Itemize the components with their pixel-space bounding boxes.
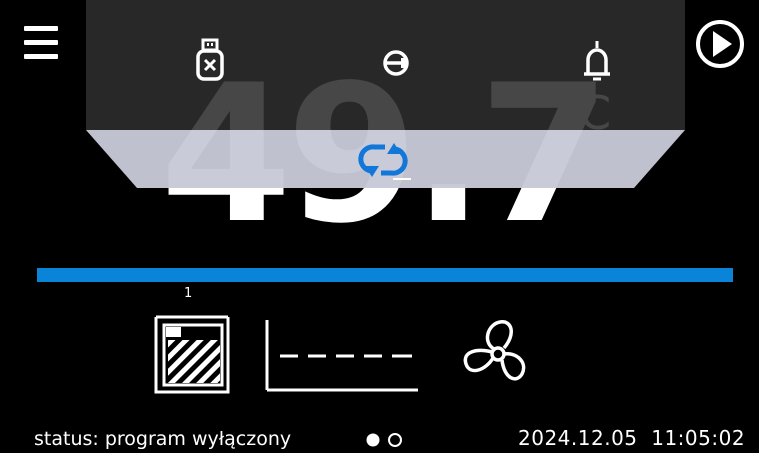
fan-icon[interactable] bbox=[460, 318, 540, 390]
chamber-number: 1 bbox=[184, 286, 193, 301]
bell-alarm-icon[interactable] bbox=[582, 40, 612, 82]
page-dot-active bbox=[366, 433, 380, 447]
date-time-display: 2024.12.05 11:05:02 bbox=[518, 426, 746, 450]
usb-drive-removed-icon[interactable] bbox=[194, 38, 228, 84]
page-indicator[interactable] bbox=[365, 432, 409, 448]
page-dot-inactive bbox=[388, 433, 402, 447]
key-login-icon[interactable] bbox=[382, 48, 426, 78]
sync-refresh-icon[interactable] bbox=[353, 140, 413, 180]
chamber-door-icon[interactable] bbox=[154, 312, 230, 394]
play-circle-icon[interactable] bbox=[694, 18, 750, 74]
temperature-profile-graph-icon[interactable] bbox=[262, 318, 422, 394]
sync-dropdown-handle[interactable] bbox=[86, 130, 685, 188]
quick-access-panel bbox=[86, 0, 685, 130]
program-status-text: status: program wyłączony bbox=[34, 428, 292, 450]
progress-bar bbox=[37, 268, 733, 282]
device-screen: 49.7 °C bbox=[0, 0, 759, 453]
hamburger-menu-icon[interactable] bbox=[24, 26, 58, 60]
